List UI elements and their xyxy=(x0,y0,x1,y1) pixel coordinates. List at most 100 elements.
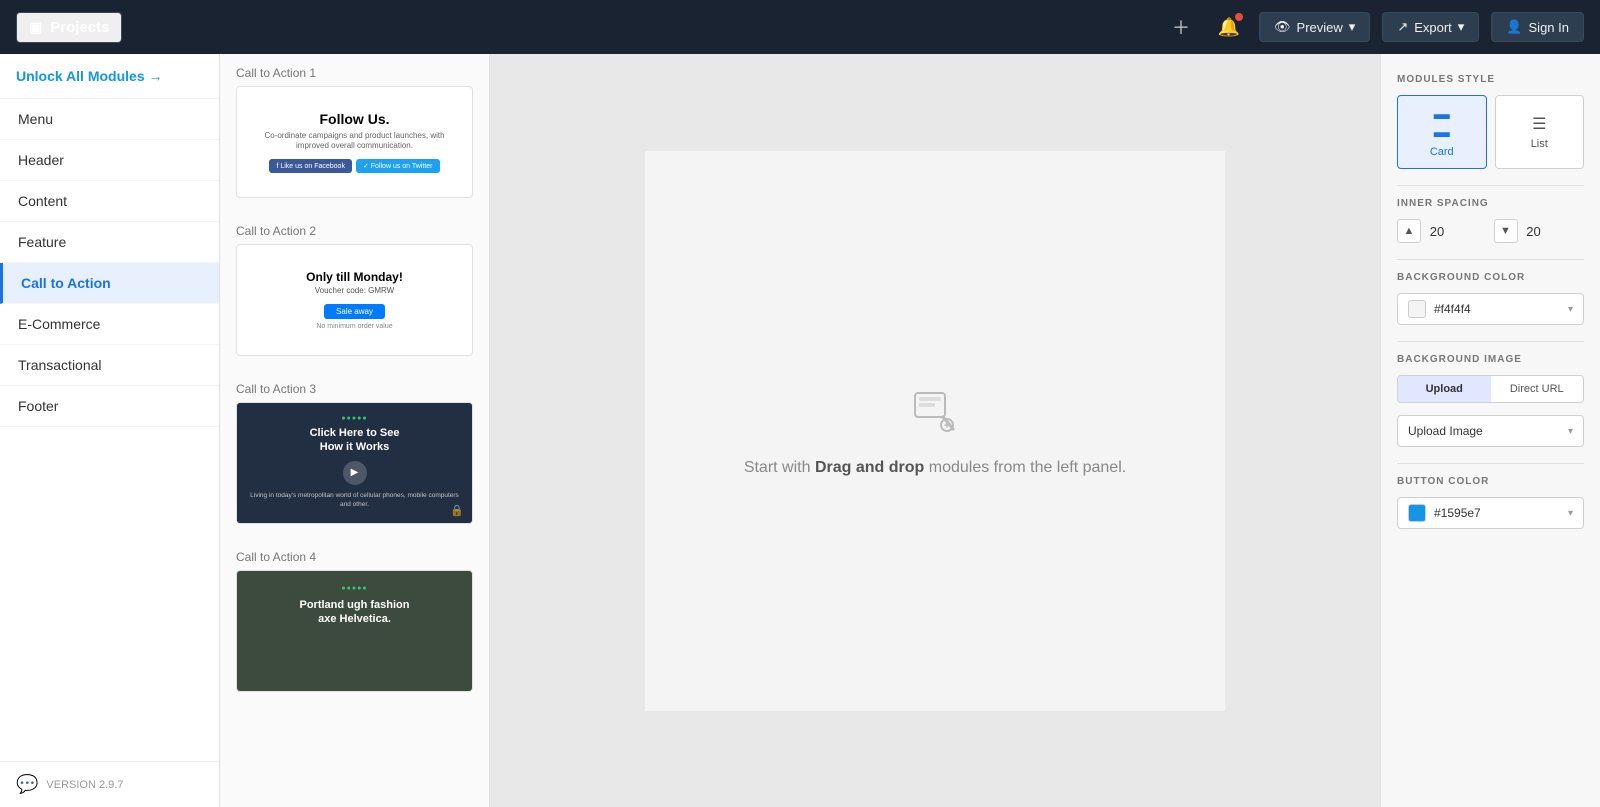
sidebar-item-content[interactable]: Content xyxy=(0,181,219,222)
export-icon: ↗ xyxy=(1397,19,1408,35)
cta3-content: ●●●●● Click Here to SeeHow it Works ▶ Li… xyxy=(237,403,472,521)
sidebar-item-header[interactable]: Header xyxy=(0,140,219,181)
spacing-row: ▲ 20 ▼ 20 xyxy=(1397,219,1584,243)
sidebar-item-transactional[interactable]: Transactional xyxy=(0,345,219,386)
preview-chevron-icon: ▾ xyxy=(1349,19,1356,35)
card-style-button[interactable]: ▬▬ Card xyxy=(1397,95,1487,169)
preview-button[interactable]: 👁 Preview ▾ xyxy=(1259,12,1370,42)
cta1-card-inner: Follow Us. Co-ordinate campaigns and pro… xyxy=(237,87,472,197)
drag-drop-hint: Start with Drag and drop modules from th… xyxy=(744,385,1126,477)
upload-image-row[interactable]: Upload Image ▾ xyxy=(1397,415,1584,447)
cta1-tw-button: ✓ Follow us on Twitter xyxy=(356,159,440,173)
folder-icon: ▣ xyxy=(29,19,42,36)
cta3-section-label: Call to Action 3 xyxy=(236,382,473,396)
chat-icon[interactable]: 💬 xyxy=(16,774,38,795)
export-button[interactable]: ↗ Export ▾ xyxy=(1382,12,1479,42)
left-sidebar: Unlock All Modules → Menu Header Content… xyxy=(0,54,220,807)
cta2-code: Voucher code: GMRW xyxy=(249,286,460,295)
button-color-title: BUTTON COLOR xyxy=(1397,476,1584,487)
drag-subtext: modules from the left panel. xyxy=(929,459,1126,476)
sidebar-item-menu[interactable]: Menu xyxy=(0,99,219,140)
cta2-preview: Only till Monday! Voucher code: GMRW Sal… xyxy=(237,256,472,344)
cta3-category: ●●●●● xyxy=(249,415,460,422)
projects-label: Projects xyxy=(50,19,109,36)
unlock-label: Unlock All Modules → xyxy=(16,68,163,84)
cta1-buttons: f Like us on Facebook ✓ Follow us on Twi… xyxy=(249,159,460,173)
projects-button[interactable]: ▣ Projects xyxy=(16,12,122,43)
cta2-container: Call to Action 2 Only till Monday! Vouch… xyxy=(220,212,489,370)
card-label: Card xyxy=(1404,146,1480,158)
spacing-up-value: 20 xyxy=(1425,224,1449,239)
sidebar-ecommerce-label: E-Commerce xyxy=(18,316,100,332)
spacing-down-ctrl: ▼ 20 xyxy=(1494,219,1585,243)
module-panel: Call to Action 1 Follow Us. Co-ordinate … xyxy=(220,54,490,807)
export-label: Export xyxy=(1414,20,1452,35)
cta2-title: Only till Monday! xyxy=(249,270,460,284)
cta3-subtext: Living in today's metropolitan world of … xyxy=(249,491,460,509)
sidebar-footer-area: 💬 VERSION 2.9.7 xyxy=(0,761,219,807)
cta2-card[interactable]: Only till Monday! Voucher code: GMRW Sal… xyxy=(236,244,473,356)
eye-icon: 👁 xyxy=(1274,19,1291,35)
signin-button[interactable]: 👤 Sign In xyxy=(1491,12,1584,42)
upload-tab-button[interactable]: Upload xyxy=(1398,376,1491,402)
cta4-preview: ●●●●● Portland ugh fashionaxe Helvetica. xyxy=(237,571,472,691)
cta2-card-inner: Only till Monday! Voucher code: GMRW Sal… xyxy=(237,245,472,355)
drag-text: Start with Drag and drop modules from th… xyxy=(744,459,1126,477)
cta2-note: No minimum order value xyxy=(249,323,460,330)
button-color-swatch xyxy=(1408,504,1426,522)
preview-label: Preview xyxy=(1297,20,1343,35)
cta1-fb-button: f Like us on Facebook xyxy=(269,159,352,173)
upload-image-label: Upload Image xyxy=(1408,424,1483,438)
signin-label: Sign In xyxy=(1529,20,1569,35)
divider-2 xyxy=(1397,259,1584,260)
main-layout: Unlock All Modules → Menu Header Content… xyxy=(0,54,1600,807)
cta2-section-label: Call to Action 2 xyxy=(236,224,473,238)
sidebar-cta-label: Call to Action xyxy=(21,275,111,291)
style-toggle-row: ▬▬ Card ☰ List xyxy=(1397,95,1584,169)
cta3-card[interactable]: ●●●●● Click Here to SeeHow it Works ▶ Li… xyxy=(236,402,473,524)
list-style-button[interactable]: ☰ List xyxy=(1495,95,1585,169)
spacing-up-ctrl: ▲ 20 xyxy=(1397,219,1488,243)
sidebar-item-call-to-action[interactable]: Call to Action xyxy=(0,263,219,304)
version-label: VERSION 2.9.7 xyxy=(46,779,123,791)
cta4-category: ●●●●● xyxy=(249,585,460,592)
bg-image-toggle: Upload Direct URL xyxy=(1397,375,1584,403)
cta1-container: Call to Action 1 Follow Us. Co-ordinate … xyxy=(220,54,489,212)
spacing-down-arrow[interactable]: ▼ xyxy=(1494,219,1518,243)
list-icon: ☰ xyxy=(1502,114,1578,134)
divider-3 xyxy=(1397,341,1584,342)
cta4-card-inner: ●●●●● Portland ugh fashionaxe Helvetica. xyxy=(237,571,472,691)
bg-color-picker[interactable]: #f4f4f4 ▾ xyxy=(1397,293,1584,325)
bg-image-title: BACKGROUND IMAGE xyxy=(1397,354,1584,365)
cta4-content: ●●●●● Portland ugh fashionaxe Helvetica. xyxy=(237,571,472,643)
unlock-modules-button[interactable]: Unlock All Modules → xyxy=(0,54,219,99)
bg-color-swatch xyxy=(1408,300,1426,318)
bg-color-value: #f4f4f4 xyxy=(1434,302,1560,316)
cta3-preview: ●●●●● Click Here to SeeHow it Works ▶ Li… xyxy=(237,403,472,523)
drag-drop-icon xyxy=(744,385,1126,447)
button-color-chevron-icon: ▾ xyxy=(1568,508,1573,519)
sidebar-item-ecommerce[interactable]: E-Commerce xyxy=(0,304,219,345)
spacing-up-arrow[interactable]: ▲ xyxy=(1397,219,1421,243)
notification-button[interactable]: 🔔 xyxy=(1211,9,1247,45)
cta1-preview: Follow Us. Co-ordinate campaigns and pro… xyxy=(237,97,472,188)
card-icon: ▬▬ xyxy=(1404,106,1480,142)
sidebar-item-footer[interactable]: Footer xyxy=(0,386,219,427)
button-color-value: #1595e7 xyxy=(1434,506,1560,520)
cta3-container: Call to Action 3 ●●●●● Click Here to See… xyxy=(220,370,489,538)
bg-color-title: BACKGROUND COLOR xyxy=(1397,272,1584,283)
list-label: List xyxy=(1502,138,1578,150)
export-chevron-icon: ▾ xyxy=(1458,19,1465,35)
sidebar-footer-label: Footer xyxy=(18,398,58,414)
cta4-card[interactable]: ●●●●● Portland ugh fashionaxe Helvetica. xyxy=(236,570,473,692)
cta3-heading: Click Here to SeeHow it Works xyxy=(249,426,460,455)
cta1-card[interactable]: Follow Us. Co-ordinate campaigns and pro… xyxy=(236,86,473,198)
sidebar-item-feature[interactable]: Feature xyxy=(0,222,219,263)
direct-url-tab-button[interactable]: Direct URL xyxy=(1491,376,1584,402)
modules-style-title: MODULES STYLE xyxy=(1397,74,1584,85)
sidebar-menu-label: Menu xyxy=(18,111,53,127)
button-color-picker[interactable]: #1595e7 ▾ xyxy=(1397,497,1584,529)
canvas-area: Start with Drag and drop modules from th… xyxy=(490,54,1380,807)
cta1-subtitle: Co-ordinate campaigns and product launch… xyxy=(249,131,460,152)
add-button[interactable]: ＋ xyxy=(1163,9,1199,45)
